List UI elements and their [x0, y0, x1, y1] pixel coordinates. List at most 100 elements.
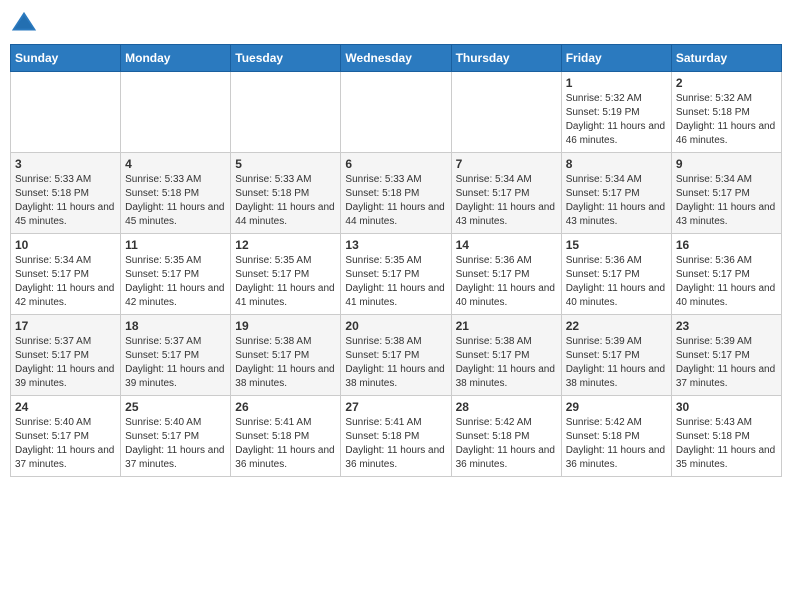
day-number: 9	[676, 157, 777, 171]
calendar-cell: 6 Sunrise: 5:33 AM Sunset: 5:18 PM Daylig…	[341, 153, 451, 234]
calendar-week-row: 10 Sunrise: 5:34 AM Sunset: 5:17 PM Dayli…	[11, 234, 782, 315]
day-info: Sunrise: 5:42 AM Sunset: 5:18 PM Dayligh…	[566, 416, 667, 472]
calendar-cell: 28Sunrise: 5:42 AM Sunset: 5:18 PM Dayli…	[451, 396, 561, 477]
calendar-cell: 8Sunrise: 5:34 AM Sunset: 5:17 PM Daylig…	[561, 153, 671, 234]
day-info: Sunrise: 5:38 AM Sunset: 5:17 PM Dayligh…	[456, 335, 557, 391]
day-number: 8	[566, 157, 667, 171]
day-info: Sunrise: 5:41 AM Sunset: 5:18 PM Dayligh…	[235, 416, 336, 472]
calendar-cell: 25Sunrise: 5:40 AM Sunset: 5:17 PM Dayli…	[121, 396, 231, 477]
calendar-cell: 30 Sunrise: 5:43 AM Sunset: 5:18 PM Dayli…	[671, 396, 781, 477]
calendar-week-row: 17 Sunrise: 5:37 AM Sunset: 5:17 PM Dayli…	[11, 315, 782, 396]
calendar-cell: 4 Sunrise: 5:33 AM Sunset: 5:18 PM Daylig…	[121, 153, 231, 234]
day-number: 19	[235, 319, 336, 333]
day-number: 27	[345, 400, 446, 414]
calendar-body: 1 Sunrise: 5:32 AM Sunset: 5:19 PM Daylig…	[11, 72, 782, 477]
day-number: 23	[676, 319, 777, 333]
calendar-cell: 23 Sunrise: 5:39 AM Sunset: 5:17 PM Dayli…	[671, 315, 781, 396]
calendar-table: SundayMondayTuesdayWednesdayThursdayFrid…	[10, 44, 782, 477]
calendar-cell: 5Sunrise: 5:33 AM Sunset: 5:18 PM Daylig…	[231, 153, 341, 234]
day-info: Sunrise: 5:33 AM Sunset: 5:18 PM Dayligh…	[345, 173, 446, 229]
day-info: Sunrise: 5:32 AM Sunset: 5:18 PM Dayligh…	[676, 92, 777, 148]
day-number: 14	[456, 238, 557, 252]
day-number: 13	[345, 238, 446, 252]
logo	[10, 10, 42, 38]
calendar-cell	[341, 72, 451, 153]
day-number: 10	[15, 238, 116, 252]
day-number: 29	[566, 400, 667, 414]
day-info: Sunrise: 5:35 AM Sunset: 5:17 PM Dayligh…	[345, 254, 446, 310]
day-number: 16	[676, 238, 777, 252]
page-header	[10, 10, 782, 38]
calendar-cell	[451, 72, 561, 153]
weekday-header: Monday	[121, 45, 231, 72]
day-info: Sunrise: 5:36 AM Sunset: 5:17 PM Dayligh…	[456, 254, 557, 310]
day-info: Sunrise: 5:33 AM Sunset: 5:18 PM Dayligh…	[125, 173, 226, 229]
day-info: Sunrise: 5:36 AM Sunset: 5:17 PM Dayligh…	[676, 254, 777, 310]
day-info: Sunrise: 5:42 AM Sunset: 5:18 PM Dayligh…	[456, 416, 557, 472]
calendar-week-row: 24 Sunrise: 5:40 AM Sunset: 5:17 PM Dayli…	[11, 396, 782, 477]
day-info: Sunrise: 5:34 AM Sunset: 5:17 PM Dayligh…	[456, 173, 557, 229]
calendar-cell: 16 Sunrise: 5:36 AM Sunset: 5:17 PM Dayli…	[671, 234, 781, 315]
day-number: 21	[456, 319, 557, 333]
day-info: Sunrise: 5:34 AM Sunset: 5:17 PM Dayligh…	[15, 254, 116, 310]
weekday-header: Thursday	[451, 45, 561, 72]
weekday-header: Friday	[561, 45, 671, 72]
day-number: 4	[125, 157, 226, 171]
calendar-cell: 29 Sunrise: 5:42 AM Sunset: 5:18 PM Dayli…	[561, 396, 671, 477]
calendar-cell	[121, 72, 231, 153]
calendar-cell	[231, 72, 341, 153]
day-number: 30	[676, 400, 777, 414]
calendar-cell: 26Sunrise: 5:41 AM Sunset: 5:18 PM Dayli…	[231, 396, 341, 477]
calendar-cell: 9 Sunrise: 5:34 AM Sunset: 5:17 PM Daylig…	[671, 153, 781, 234]
day-info: Sunrise: 5:33 AM Sunset: 5:18 PM Dayligh…	[235, 173, 336, 229]
calendar-cell: 12 Sunrise: 5:35 AM Sunset: 5:17 PM Dayli…	[231, 234, 341, 315]
weekday-header: Sunday	[11, 45, 121, 72]
calendar-cell: 13 Sunrise: 5:35 AM Sunset: 5:17 PM Dayli…	[341, 234, 451, 315]
day-info: Sunrise: 5:35 AM Sunset: 5:17 PM Dayligh…	[235, 254, 336, 310]
calendar-cell: 3Sunrise: 5:33 AM Sunset: 5:18 PM Daylig…	[11, 153, 121, 234]
day-number: 2	[676, 76, 777, 90]
day-info: Sunrise: 5:38 AM Sunset: 5:17 PM Dayligh…	[345, 335, 446, 391]
calendar-header: SundayMondayTuesdayWednesdayThursdayFrid…	[11, 45, 782, 72]
day-info: Sunrise: 5:36 AM Sunset: 5:17 PM Dayligh…	[566, 254, 667, 310]
calendar-cell: 14 Sunrise: 5:36 AM Sunset: 5:17 PM Dayli…	[451, 234, 561, 315]
day-info: Sunrise: 5:39 AM Sunset: 5:17 PM Dayligh…	[676, 335, 777, 391]
calendar-cell: 18 Sunrise: 5:37 AM Sunset: 5:17 PM Dayli…	[121, 315, 231, 396]
calendar-cell: 27 Sunrise: 5:41 AM Sunset: 5:18 PM Dayli…	[341, 396, 451, 477]
logo-icon	[10, 10, 38, 38]
weekday-row: SundayMondayTuesdayWednesdayThursdayFrid…	[11, 45, 782, 72]
day-info: Sunrise: 5:35 AM Sunset: 5:17 PM Dayligh…	[125, 254, 226, 310]
day-info: Sunrise: 5:43 AM Sunset: 5:18 PM Dayligh…	[676, 416, 777, 472]
calendar-cell: 17 Sunrise: 5:37 AM Sunset: 5:17 PM Dayli…	[11, 315, 121, 396]
day-number: 18	[125, 319, 226, 333]
calendar-week-row: 1 Sunrise: 5:32 AM Sunset: 5:19 PM Daylig…	[11, 72, 782, 153]
day-info: Sunrise: 5:40 AM Sunset: 5:17 PM Dayligh…	[15, 416, 116, 472]
day-info: Sunrise: 5:32 AM Sunset: 5:19 PM Dayligh…	[566, 92, 667, 148]
day-number: 7	[456, 157, 557, 171]
day-number: 20	[345, 319, 446, 333]
calendar-cell: 11 Sunrise: 5:35 AM Sunset: 5:17 PM Dayli…	[121, 234, 231, 315]
day-info: Sunrise: 5:34 AM Sunset: 5:17 PM Dayligh…	[676, 173, 777, 229]
calendar-cell: 20 Sunrise: 5:38 AM Sunset: 5:17 PM Dayli…	[341, 315, 451, 396]
day-number: 12	[235, 238, 336, 252]
day-info: Sunrise: 5:38 AM Sunset: 5:17 PM Dayligh…	[235, 335, 336, 391]
day-number: 1	[566, 76, 667, 90]
calendar-cell: 7 Sunrise: 5:34 AM Sunset: 5:17 PM Daylig…	[451, 153, 561, 234]
day-info: Sunrise: 5:41 AM Sunset: 5:18 PM Dayligh…	[345, 416, 446, 472]
day-number: 24	[15, 400, 116, 414]
day-number: 22	[566, 319, 667, 333]
weekday-header: Tuesday	[231, 45, 341, 72]
calendar-week-row: 3Sunrise: 5:33 AM Sunset: 5:18 PM Daylig…	[11, 153, 782, 234]
day-number: 17	[15, 319, 116, 333]
calendar-cell: 22Sunrise: 5:39 AM Sunset: 5:17 PM Dayli…	[561, 315, 671, 396]
weekday-header: Saturday	[671, 45, 781, 72]
calendar-cell: 1 Sunrise: 5:32 AM Sunset: 5:19 PM Daylig…	[561, 72, 671, 153]
weekday-header: Wednesday	[341, 45, 451, 72]
calendar-cell	[11, 72, 121, 153]
calendar-cell: 15Sunrise: 5:36 AM Sunset: 5:17 PM Dayli…	[561, 234, 671, 315]
day-number: 11	[125, 238, 226, 252]
day-info: Sunrise: 5:37 AM Sunset: 5:17 PM Dayligh…	[15, 335, 116, 391]
day-number: 6	[345, 157, 446, 171]
day-info: Sunrise: 5:37 AM Sunset: 5:17 PM Dayligh…	[125, 335, 226, 391]
calendar-cell: 24 Sunrise: 5:40 AM Sunset: 5:17 PM Dayli…	[11, 396, 121, 477]
